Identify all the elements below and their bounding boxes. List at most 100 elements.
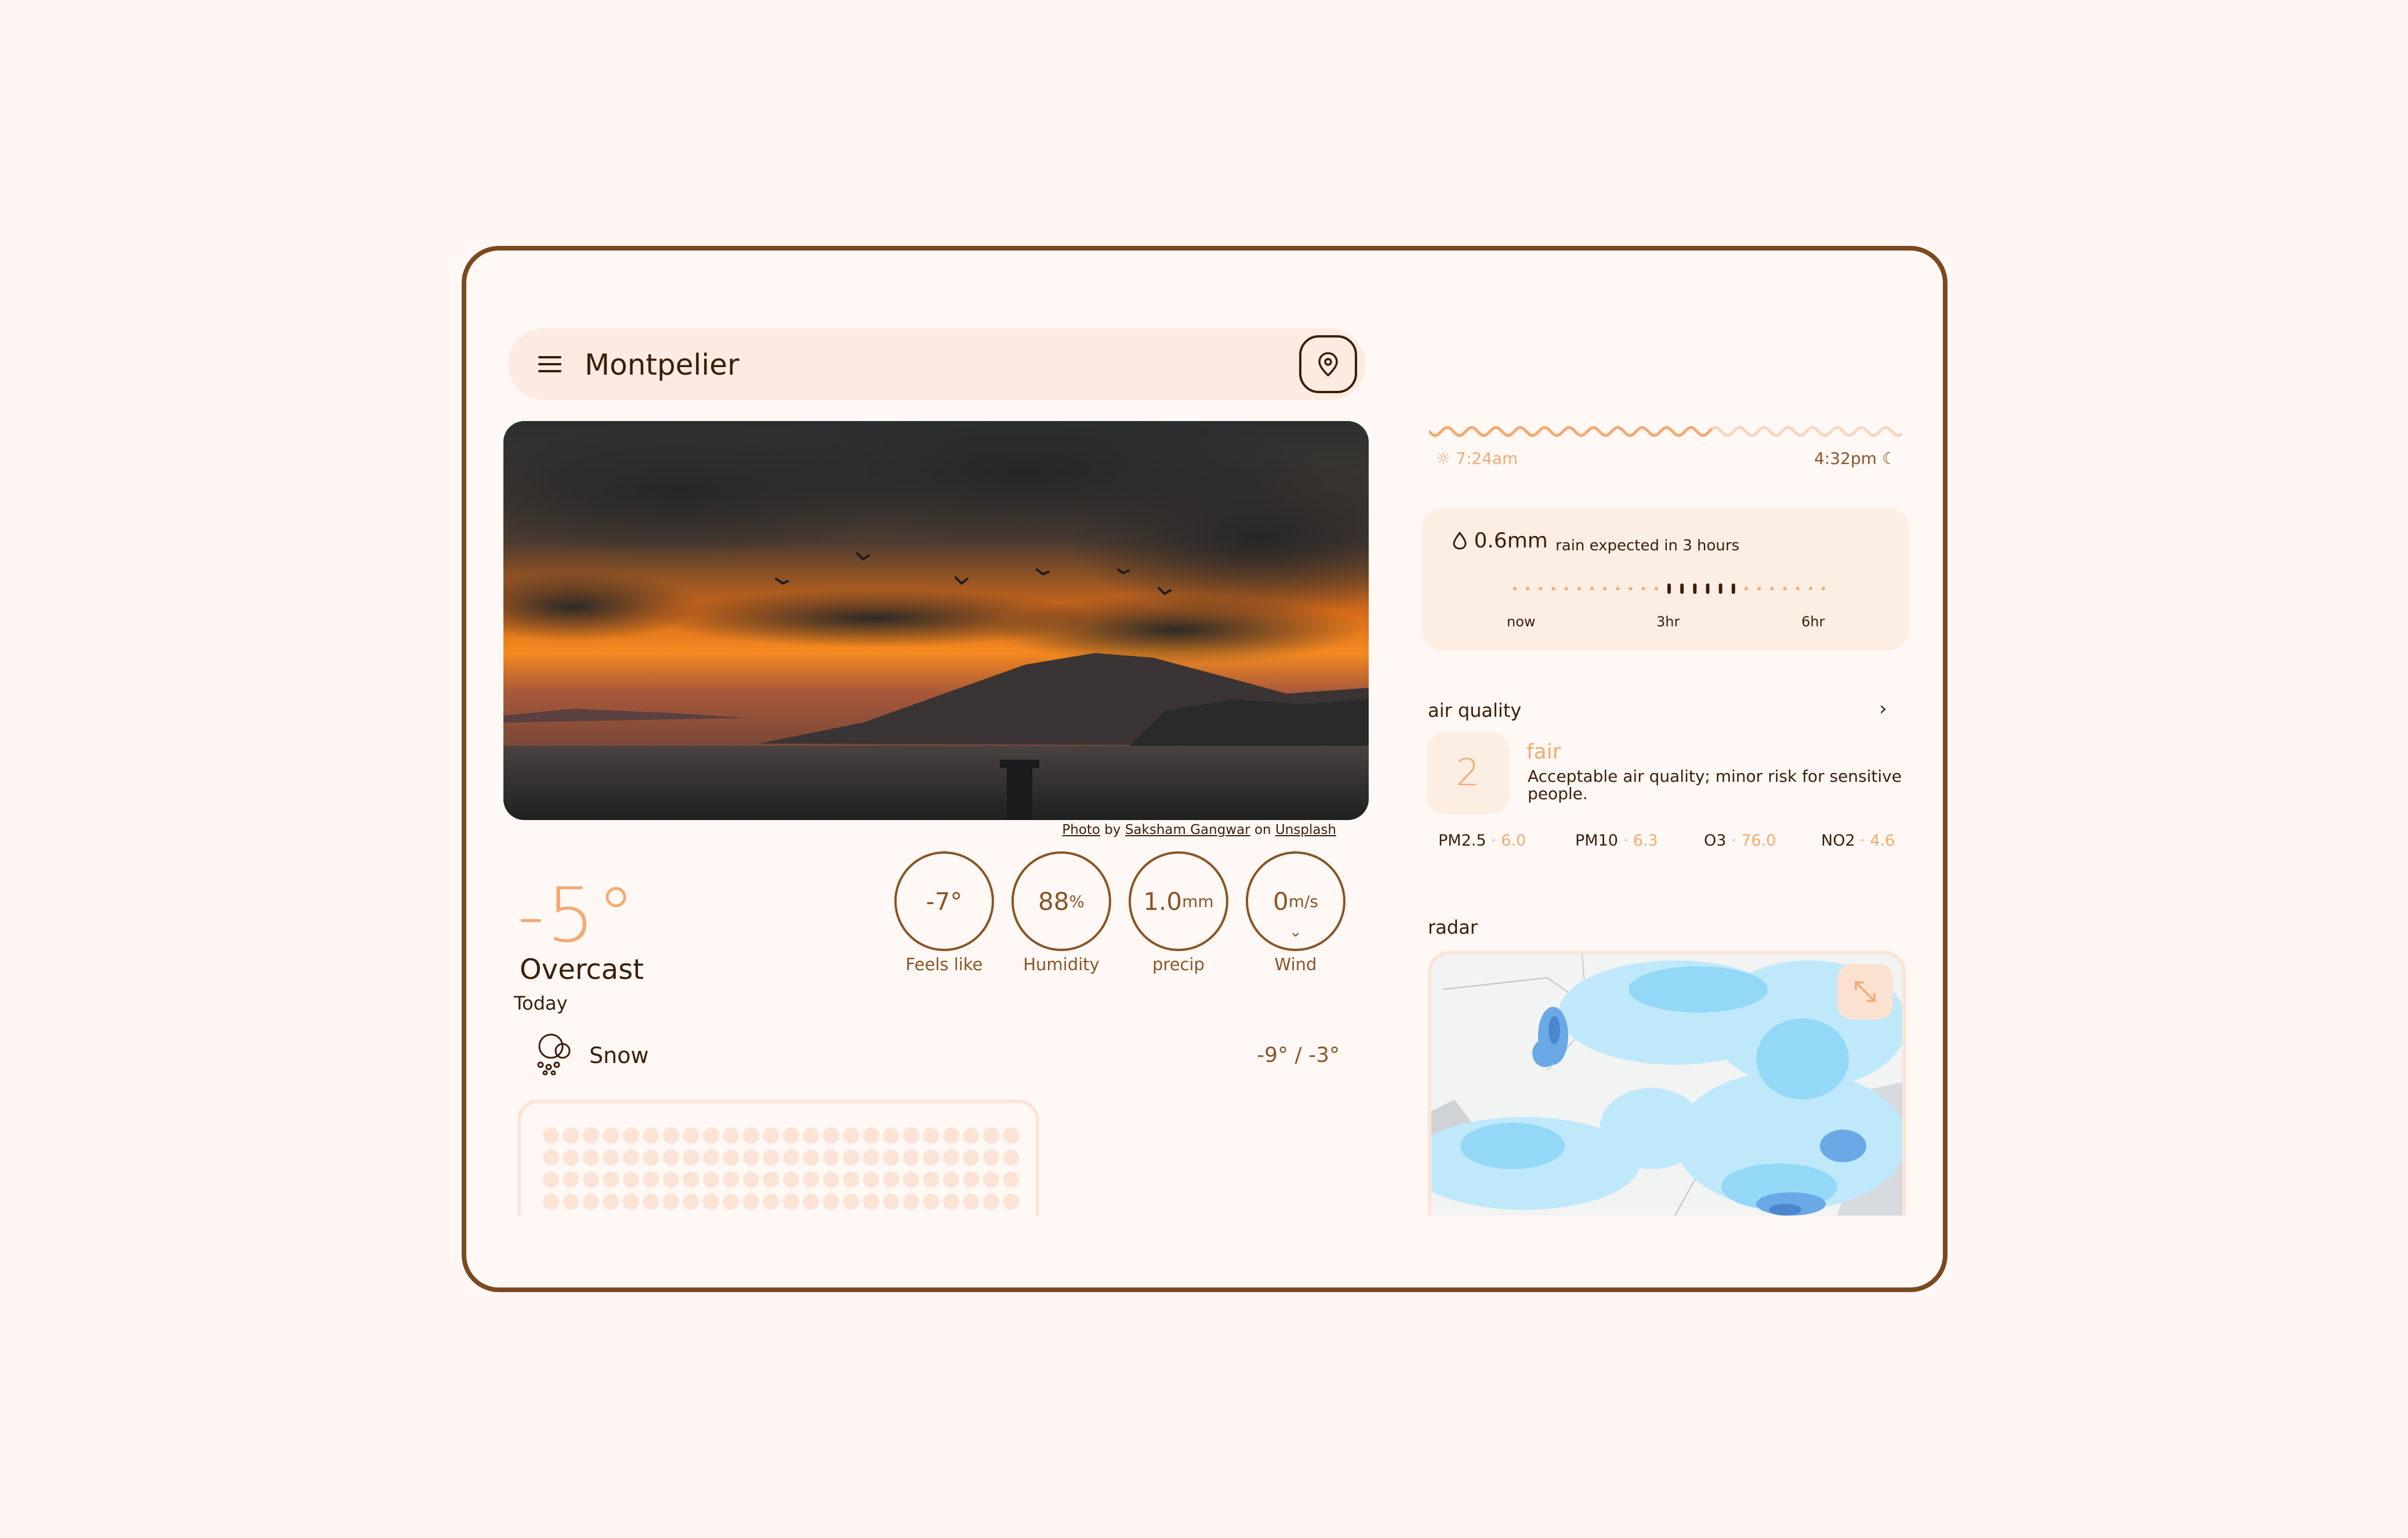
placeholder-dot bbox=[803, 1171, 819, 1188]
placeholder-dot bbox=[963, 1171, 980, 1188]
location-button[interactable] bbox=[1299, 335, 1357, 393]
snow-icon bbox=[534, 1031, 574, 1076]
placeholder-dot bbox=[883, 1127, 900, 1144]
placeholder-dot bbox=[543, 1149, 559, 1166]
author-link[interactable]: Saksham Gangwar bbox=[1125, 822, 1250, 837]
placeholder-dot bbox=[823, 1127, 839, 1144]
placeholder-dot bbox=[843, 1171, 860, 1188]
sunrise: ☼ 7:24am bbox=[1436, 449, 1518, 468]
raindrop-icon bbox=[1453, 531, 1467, 550]
placeholder-dot bbox=[583, 1194, 599, 1210]
precip-label: precip bbox=[1152, 955, 1205, 974]
chevron-right-icon[interactable]: › bbox=[1879, 697, 1887, 720]
sun-progress bbox=[1427, 421, 1903, 442]
wind-unit: m/s bbox=[1288, 891, 1319, 911]
placeholder-dot bbox=[863, 1127, 879, 1144]
placeholder-dot bbox=[923, 1127, 940, 1144]
placeholder-dot bbox=[983, 1149, 999, 1166]
rain-timeline-mark bbox=[1680, 583, 1684, 594]
placeholder-dot bbox=[783, 1149, 799, 1166]
feels-like-label: Feels like bbox=[905, 955, 983, 974]
weather-photo bbox=[503, 421, 1369, 820]
placeholder-dot bbox=[1003, 1194, 1020, 1210]
humidity-label: Humidity bbox=[1023, 955, 1100, 974]
placeholder-dot bbox=[643, 1171, 659, 1188]
placeholder-dot bbox=[603, 1149, 619, 1166]
placeholder-dot bbox=[743, 1149, 759, 1166]
rain-timeline bbox=[1513, 582, 1826, 595]
hourly-card bbox=[517, 1100, 1039, 1216]
wind-stat[interactable]: 0 m/s ⌄ bbox=[1246, 851, 1346, 951]
placeholder-dot bbox=[703, 1149, 719, 1166]
placeholder-dot bbox=[843, 1149, 860, 1166]
source-link[interactable]: Unsplash bbox=[1275, 822, 1336, 837]
rain-amount: 0.6mm bbox=[1452, 529, 1548, 553]
wind-value: 0 bbox=[1272, 887, 1289, 916]
placeholder-dot bbox=[543, 1127, 559, 1144]
pollutant-name: PM2.5 bbox=[1438, 832, 1486, 850]
rain-timeline-mark bbox=[1513, 587, 1517, 590]
placeholder-dot bbox=[663, 1149, 679, 1166]
city-name[interactable]: Montpelier bbox=[585, 344, 739, 385]
pollutant-pm25: PM2.5 · 6.0 bbox=[1438, 832, 1526, 850]
feels-like-stat: -7° bbox=[894, 851, 994, 951]
sun-progress-elapsed bbox=[1427, 426, 1714, 437]
placeholder-dot bbox=[663, 1171, 679, 1188]
placeholder-dot bbox=[943, 1171, 959, 1188]
placeholder-dot bbox=[583, 1127, 599, 1144]
placeholder-dot bbox=[943, 1127, 959, 1144]
pollutant-pm10: PM10 · 6.3 bbox=[1575, 832, 1658, 850]
rain-timeline-mark bbox=[1757, 587, 1761, 590]
rain-timeline-mark bbox=[1706, 583, 1710, 594]
placeholder-dot bbox=[963, 1194, 980, 1210]
placeholder-dot bbox=[703, 1127, 719, 1144]
placeholder-dot bbox=[763, 1127, 779, 1144]
placeholder-dot bbox=[643, 1127, 659, 1144]
placeholder-dot bbox=[743, 1127, 759, 1144]
sunset-time: 4:32pm bbox=[1814, 449, 1877, 468]
rain-timeline-mark bbox=[1603, 587, 1607, 590]
humidity-value: 88 bbox=[1038, 887, 1069, 916]
air-quality-title[interactable]: air quality bbox=[1428, 699, 1521, 721]
placeholder-dot bbox=[963, 1149, 980, 1166]
aqi-description: Acceptable air quality; minor risk for s… bbox=[1528, 767, 1902, 803]
rain-timeline-mark bbox=[1654, 587, 1658, 590]
placeholder-dot bbox=[883, 1149, 900, 1166]
photo-link[interactable]: Photo bbox=[1062, 822, 1100, 837]
placeholder-dot bbox=[923, 1149, 940, 1166]
wind-label: Wind bbox=[1274, 955, 1317, 974]
placeholder-dot bbox=[683, 1171, 699, 1188]
humidity-stat: 88% bbox=[1011, 851, 1111, 951]
hourly-placeholder-dots bbox=[543, 1127, 1020, 1210]
rain-timeline-mark bbox=[1770, 587, 1774, 590]
placeholder-dot bbox=[623, 1194, 639, 1210]
placeholder-dot bbox=[683, 1194, 699, 1210]
menu-icon[interactable] bbox=[538, 356, 561, 372]
placeholder-dot bbox=[603, 1194, 619, 1210]
placeholder-dot bbox=[543, 1194, 559, 1210]
placeholder-dot bbox=[803, 1194, 819, 1210]
rain-timeline-mark bbox=[1796, 587, 1800, 590]
placeholder-dot bbox=[783, 1171, 799, 1188]
placeholder-dot bbox=[903, 1149, 919, 1166]
rain-timeline-mark bbox=[1629, 587, 1633, 590]
placeholder-dot bbox=[663, 1127, 679, 1144]
placeholder-dot bbox=[823, 1194, 839, 1210]
feels-like-value: -7° bbox=[926, 887, 963, 916]
expand-radar-button[interactable] bbox=[1837, 964, 1893, 1020]
placeholder-dot bbox=[723, 1194, 739, 1210]
rain-message: rain expected in 3 hours bbox=[1555, 537, 1740, 554]
rain-timeline-mark bbox=[1731, 583, 1735, 594]
placeholder-dot bbox=[903, 1171, 919, 1188]
placeholder-dot bbox=[943, 1194, 959, 1210]
placeholder-dot bbox=[643, 1194, 659, 1210]
pollutant-value: 6.3 bbox=[1633, 832, 1658, 850]
credit-by: by bbox=[1104, 822, 1121, 837]
radar-map[interactable] bbox=[1428, 951, 1906, 1216]
placeholder-dot bbox=[603, 1127, 619, 1144]
placeholder-dot bbox=[563, 1127, 579, 1144]
placeholder-dot bbox=[983, 1171, 999, 1188]
placeholder-dot bbox=[703, 1171, 719, 1188]
chevron-down-icon: ⌄ bbox=[1289, 923, 1302, 941]
placeholder-dot bbox=[983, 1194, 999, 1210]
